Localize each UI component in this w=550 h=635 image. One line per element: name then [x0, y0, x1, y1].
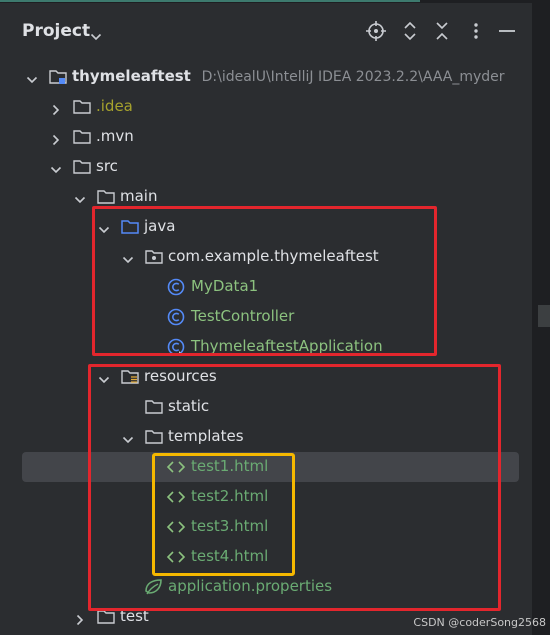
editor-tab-accent [0, 0, 420, 2]
chevron-down-icon[interactable] [26, 71, 38, 84]
chevron-right-icon[interactable] [50, 131, 62, 146]
expand-all-icon[interactable] [399, 20, 421, 42]
folder-label: .mvn [96, 127, 134, 145]
collapse-all-icon[interactable] [431, 20, 453, 42]
chevron-right-icon[interactable] [74, 611, 86, 626]
root-path: D:\idealU\IntelliJ IDEA 2023.2.2\AAA_myd… [201, 69, 505, 85]
project-tool-window-header: Project [0, 10, 530, 54]
locate-file-icon[interactable] [365, 20, 387, 42]
hide-icon[interactable] [496, 20, 518, 42]
folder-label: .idea [96, 97, 133, 115]
folder-label: main [120, 187, 158, 205]
more-options-icon[interactable] [465, 20, 487, 42]
chevron-right-icon[interactable] [50, 101, 62, 116]
chevron-down-icon[interactable] [90, 27, 102, 46]
java-highlight-box [92, 206, 437, 356]
folder-icon [72, 127, 92, 147]
tree-node-root[interactable]: thymeleaftest D:\idealU\IntelliJ IDEA 20… [0, 62, 530, 92]
window-top-bar [0, 0, 550, 3]
folder-icon [72, 97, 92, 117]
chevron-down-icon[interactable] [50, 161, 62, 174]
folder-icon [96, 187, 116, 207]
folder-icon [72, 157, 92, 177]
editor-gutter-mark [538, 305, 550, 327]
root-name: thymeleaftest [72, 67, 191, 85]
tool-window-title[interactable]: Project [22, 21, 90, 41]
root-label: thymeleaftest D:\idealU\IntelliJ IDEA 20… [72, 67, 505, 85]
editor-edge [532, 0, 550, 635]
module-folder-icon [48, 67, 68, 87]
watermark: CSDN @coderSong2568 [413, 616, 546, 629]
templates-highlight-box [152, 453, 295, 576]
folder-label: src [96, 157, 118, 175]
tree-node-idea[interactable]: .idea [0, 92, 530, 122]
tree-node-src[interactable]: src [0, 152, 530, 182]
chevron-down-icon[interactable] [74, 191, 86, 204]
tree-node-mvn[interactable]: .mvn [0, 122, 530, 152]
